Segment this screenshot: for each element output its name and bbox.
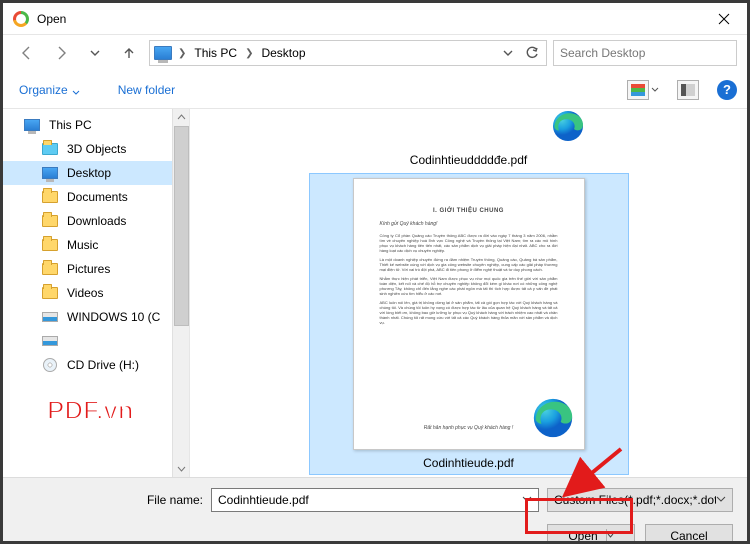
new-folder-button[interactable]: New folder	[112, 79, 181, 101]
folder-icon	[41, 285, 59, 301]
tree-music[interactable]: Music	[3, 233, 189, 257]
nav-forward-icon[interactable]	[47, 39, 75, 67]
pc-icon	[41, 165, 59, 181]
view-mode-button[interactable]	[627, 80, 659, 100]
file-item-selected[interactable]: I. GIỚI THIỆU CHUNG Kính gửi Quý khách h…	[309, 173, 629, 475]
tree-scrollbar[interactable]	[172, 109, 189, 477]
open-dialog: Open ❯ This PC ❯ Desktop	[0, 0, 750, 544]
filetype-value: Custom Files(*.pdf;*.docx;*.dot;	[554, 493, 716, 507]
tree-cd-drive[interactable]: CD Drive (H:)	[3, 353, 189, 377]
chevron-down-icon[interactable]	[522, 493, 532, 507]
breadcrumb-box[interactable]: ❯ This PC ❯ Desktop	[149, 40, 547, 66]
tree-this-pc[interactable]: This PC	[3, 113, 189, 137]
tree-downloads[interactable]: Downloads	[3, 209, 189, 233]
refresh-icon[interactable]	[522, 46, 542, 60]
edge-icon	[530, 395, 576, 441]
preview-pane-button[interactable]	[677, 80, 699, 100]
scroll-up-icon[interactable]	[173, 109, 190, 126]
app-icon	[13, 11, 29, 27]
tree-documents[interactable]: Documents	[3, 185, 189, 209]
chevron-right-icon: ❯	[245, 48, 253, 59]
folder-icon	[41, 141, 59, 157]
tree-drive[interactable]	[3, 329, 189, 353]
nav-up-icon[interactable]	[115, 39, 143, 67]
breadcrumb-this-pc[interactable]: This PC	[190, 44, 241, 62]
chevron-down-icon	[651, 86, 659, 94]
tree-desktop[interactable]: Desktop	[3, 161, 189, 185]
filename-value: Codinhtieude.pdf	[218, 493, 309, 507]
organize-button[interactable]: Organize	[13, 79, 86, 101]
file-label: Codinhtieuddddđe.pdf	[410, 153, 527, 167]
folder-icon	[41, 213, 59, 229]
footer-panel: File name: Codinhtieude.pdf Custom Files…	[3, 477, 747, 544]
scroll-thumb[interactable]	[174, 126, 189, 326]
chevron-right-icon: ❯	[178, 48, 186, 59]
pc-icon	[23, 117, 41, 133]
tree-windows10-drive[interactable]: WINDOWS 10 (C	[3, 305, 189, 329]
open-button[interactable]: Open	[547, 524, 635, 544]
nav-back-icon[interactable]	[13, 39, 41, 67]
close-icon[interactable]	[701, 3, 747, 35]
split-chevron-icon	[606, 529, 614, 543]
nav-tree: This PC 3D Objects Desktop Documents Dow…	[3, 109, 189, 477]
edge-icon	[550, 109, 586, 144]
tree-3d-objects[interactable]: 3D Objects	[3, 137, 189, 161]
search-placeholder: Search Desktop	[560, 46, 645, 60]
file-item-partial[interactable]	[345, 109, 593, 145]
scroll-down-icon[interactable]	[173, 460, 190, 477]
address-bar: ❯ This PC ❯ Desktop Search Desktop	[3, 35, 747, 71]
filetype-select[interactable]: Custom Files(*.pdf;*.docx;*.dot;	[547, 488, 733, 512]
folder-icon	[41, 237, 59, 253]
filename-label: File name:	[3, 493, 203, 507]
folder-icon	[41, 189, 59, 205]
chevron-down-icon	[716, 493, 726, 507]
cancel-button[interactable]: Cancel	[645, 524, 733, 544]
filename-input[interactable]: Codinhtieude.pdf	[211, 488, 539, 512]
breadcrumb-desktop[interactable]: Desktop	[257, 44, 309, 62]
search-input[interactable]: Search Desktop	[553, 40, 737, 66]
chevron-down-icon	[72, 86, 80, 94]
tree-videos[interactable]: Videos	[3, 281, 189, 305]
chevron-down-icon[interactable]	[498, 48, 518, 58]
pdf-thumbnail: I. GIỚI THIỆU CHUNG Kính gửi Quý khách h…	[353, 178, 585, 450]
file-list[interactable]: Codinhtieuddddđe.pdf I. GIỚI THIỆU CHUNG…	[189, 109, 747, 477]
help-icon[interactable]: ?	[717, 80, 737, 100]
pc-icon	[154, 46, 172, 60]
window-title: Open	[37, 12, 66, 26]
drive-icon	[41, 309, 59, 325]
toolbar: Organize New folder ?	[3, 71, 747, 109]
nav-recent-icon[interactable]	[81, 39, 109, 67]
tree-pictures[interactable]: Pictures	[3, 257, 189, 281]
titlebar: Open	[3, 3, 747, 35]
file-label: Codinhtieude.pdf	[423, 456, 514, 470]
cd-icon	[41, 357, 59, 373]
drive-icon	[41, 333, 59, 349]
view-mode-icon	[627, 80, 649, 100]
folder-icon	[41, 261, 59, 277]
